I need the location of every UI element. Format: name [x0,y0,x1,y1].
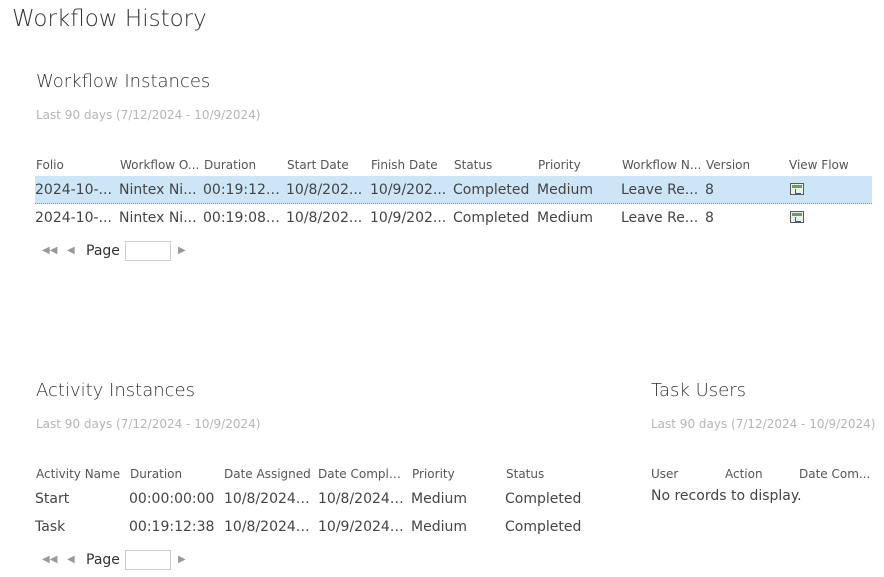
cell-priority: Medium [411,491,467,507]
cell-workflow-name: Leave Re... [621,182,699,198]
cell-date-completed: 10/8/2024 ... [318,491,406,507]
column-header-workflow-name[interactable]: Workflow N... [622,154,702,176]
task-users-title: Task Users [651,380,746,401]
column-header-view-flow[interactable]: View Flow [789,154,869,176]
workflow-instances-title: Workflow Instances [36,71,211,92]
cell-workflow-name: Leave Re... [621,210,699,226]
page-title: Workflow History [12,6,207,32]
cell-version: 8 [705,182,714,198]
workflow-instances-header-row: Folio Workflow O... Duration Start Date … [35,154,872,176]
cell-duration: 00:19:12:38 [203,182,283,198]
cell-folio: 2024-10-... [35,210,112,226]
cell-workflow-originator: Nintex Ni... [119,210,197,226]
table-row[interactable]: Task 00:19:12:38 10/8/2024 ... 10/9/2024… [35,513,595,541]
column-header-date-completed[interactable]: Date Complet... [318,463,406,485]
column-header-version[interactable]: Version [706,154,786,176]
cell-date-assigned: 10/8/2024 ... [224,519,312,535]
cell-duration: 00:19:08:46 [203,210,283,226]
cell-finish-date: 10/9/202... [370,210,447,226]
table-row[interactable]: 2024-10-... Nintex Ni... 00:19:08:46 10/… [35,204,872,232]
workflow-diagram-icon[interactable] [790,183,804,195]
column-header-date-assigned[interactable]: Date Assigned [224,463,312,485]
cell-start-date: 10/8/202... [286,182,363,198]
column-header-duration[interactable]: Duration [204,154,284,176]
activity-instances-grid: Activity Name Duration Date Assigned Dat… [35,463,595,541]
cell-duration: 00:00:00:00 [129,491,215,507]
next-page-icon[interactable]: ▶ [178,240,186,262]
cell-start-date: 10/8/202... [286,210,363,226]
cell-status: Completed [505,491,582,507]
page-number-input[interactable] [125,241,171,261]
column-header-priority[interactable]: Priority [538,154,618,176]
column-header-status[interactable]: Status [506,463,594,485]
column-header-activity-name[interactable]: Activity Name [36,463,126,485]
column-header-date-completed[interactable]: Date Com... [799,463,871,485]
cell-finish-date: 10/9/202... [370,182,447,198]
column-header-priority[interactable]: Priority [412,463,500,485]
activity-instances-date-range: Last 90 days (7/12/2024 - 10/9/2024) [36,417,261,431]
cell-status: Completed [505,519,582,535]
cell-activity-name: Task [35,519,66,535]
column-header-user[interactable]: User [651,463,721,485]
task-users-grid: User Action Date Com... [650,463,872,485]
task-users-date-range: Last 90 days (7/12/2024 - 10/9/2024) [651,417,876,431]
page-number-input[interactable] [125,550,171,570]
cell-version: 8 [705,210,714,226]
cell-workflow-originator: Nintex Ni... [119,182,197,198]
cell-date-completed: 10/9/2024 ... [318,519,406,535]
next-page-icon[interactable]: ▶ [178,549,186,571]
first-page-icon[interactable]: ◀◀ [42,549,57,571]
column-header-duration[interactable]: Duration [130,463,218,485]
column-header-action[interactable]: Action [725,463,795,485]
cell-duration: 00:19:12:38 [129,519,215,535]
cell-date-assigned: 10/8/2024 ... [224,491,312,507]
previous-page-icon[interactable]: ◀ [67,240,75,262]
column-header-status[interactable]: Status [454,154,534,176]
column-header-start-date[interactable]: Start Date [287,154,367,176]
column-header-finish-date[interactable]: Finish Date [371,154,451,176]
cell-priority: Medium [411,519,467,535]
workflow-instances-pager: ◀◀ ◀ Page ▶ [42,240,202,262]
workflow-diagram-icon[interactable] [790,211,804,223]
page-label: Page [86,243,120,259]
cell-activity-name: Start [35,491,70,507]
activity-instances-header-row: Activity Name Duration Date Assigned Dat… [35,463,595,485]
column-header-folio[interactable]: Folio [36,154,116,176]
page-label: Page [86,552,120,568]
activity-instances-title: Activity Instances [36,380,195,401]
previous-page-icon[interactable]: ◀ [67,549,75,571]
workflow-instances-grid: Folio Workflow O... Duration Start Date … [35,154,872,232]
cell-status: Completed [453,210,530,226]
table-row[interactable]: Start 00:00:00:00 10/8/2024 ... 10/8/202… [35,485,595,513]
no-records-message: No records to display. [651,488,802,504]
table-row[interactable]: 2024-10-... Nintex Ni... 00:19:12:38 10/… [35,176,872,204]
activity-instances-pager: ◀◀ ◀ Page ▶ [42,549,202,571]
cell-folio: 2024-10-... [35,182,112,198]
first-page-icon[interactable]: ◀◀ [42,240,57,262]
cell-priority: Medium [537,182,593,198]
workflow-instances-date-range: Last 90 days (7/12/2024 - 10/9/2024) [36,108,261,122]
cell-priority: Medium [537,210,593,226]
task-users-header-row: User Action Date Com... [650,463,872,485]
column-header-workflow-originator[interactable]: Workflow O... [120,154,200,176]
cell-status: Completed [453,182,530,198]
